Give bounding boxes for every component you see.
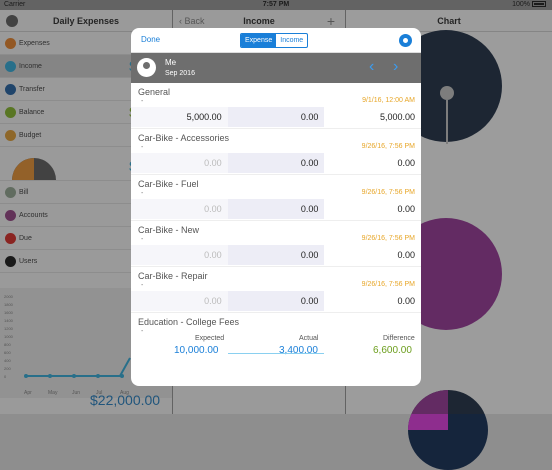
expected-label: Expected: [195, 335, 225, 342]
budget-entry[interactable]: Car-Bike - New -9/26/16, 7:56 PM 0.00 0.00 0…: [131, 221, 421, 267]
entry-name: Car-Bike - Fuel: [138, 179, 199, 189]
expected-field[interactable]: 0.00: [131, 291, 228, 311]
difference-field: 0.00: [324, 291, 421, 311]
entry-note: -: [141, 236, 144, 243]
entry-note: -: [141, 144, 144, 151]
budget-entry[interactable]: Car-Bike - Accessories - 9/26/16, 7:56 PM 0…: [131, 129, 421, 175]
difference-field: 0.00: [324, 245, 421, 265]
entry-date: 9/26/16, 7:56 PM: [361, 281, 415, 288]
entry-name: Car-Bike - Accessories: [138, 133, 230, 143]
entry-name: Car-Bike - Repair: [138, 271, 208, 281]
user-month-bar: Me Sep 2016 ‹ ›: [131, 53, 421, 83]
budget-modal: Done Expense Income Me Sep 2016 ‹ › Gene…: [131, 28, 421, 386]
entry-date: 9/26/16, 7:56 PM: [361, 235, 415, 242]
entry-name: Car-Bike - New: [138, 225, 200, 235]
difference-value: 6,600.00: [373, 345, 412, 356]
difference-field: 0.00: [324, 153, 421, 173]
entry-note: -: [141, 190, 144, 197]
done-button[interactable]: Done: [141, 35, 160, 44]
budget-entry[interactable]: Car-Bike - Repair -9/26/16, 7:56 PM 0.00 0.…: [131, 267, 421, 313]
entry-date: 9/26/16, 7:56 PM: [361, 189, 415, 196]
actual-field[interactable]: 0.00: [227, 245, 325, 265]
expected-value[interactable]: 10,000.00: [174, 345, 219, 356]
avatar: [137, 58, 156, 77]
difference-field: 5,000.00: [324, 107, 421, 127]
expected-field[interactable]: 0.00: [131, 199, 228, 219]
entry-note: -: [141, 282, 144, 289]
entry-values: 5,000.00 0.00 5,000.00: [131, 107, 421, 127]
actual-field[interactable]: 0.00: [227, 291, 325, 311]
actual-value[interactable]: 3,400.00: [279, 345, 318, 356]
budget-entry[interactable]: Car-Bike - Fuel -9/26/16, 7:56 PM 0.00 0.00…: [131, 175, 421, 221]
entry-name: General: [138, 87, 171, 97]
user-name: Me: [165, 58, 177, 67]
type-segmented-control: Expense Income: [240, 33, 309, 48]
expected-field[interactable]: 0.00: [131, 153, 228, 173]
entry-values: 0.00 0.00 0.00: [131, 199, 421, 219]
actual-progress-bar: [228, 353, 324, 354]
difference-label: Difference: [383, 335, 415, 342]
actual-field[interactable]: 0.00: [227, 107, 325, 127]
difference-field: 0.00: [324, 199, 421, 219]
segment-expense[interactable]: Expense: [241, 34, 277, 47]
budget-entry-education: Education - College Fees - Expected Actu…: [131, 313, 421, 368]
actual-label: Actual: [299, 335, 319, 342]
entry-values: 0.00 0.00 0.00: [131, 245, 421, 265]
segment-income[interactable]: Income: [276, 34, 307, 47]
expected-field[interactable]: 5,000.00: [131, 107, 228, 127]
entry-values: 0.00 0.00 0.00: [131, 153, 421, 173]
entry-values: 0.00 0.00 0.00: [131, 291, 421, 311]
entry-note: -: [141, 98, 144, 105]
eye-icon[interactable]: [399, 34, 412, 47]
expected-field[interactable]: 0.00: [131, 245, 228, 265]
entry-date: 9/1/16, 12:00 AM: [362, 97, 415, 104]
next-month-icon[interactable]: ›: [393, 59, 398, 75]
month-label: Sep 2016: [165, 70, 195, 77]
prev-month-icon[interactable]: ‹: [369, 59, 374, 75]
budget-entry-list: General -9/1/16, 12:00 AM 5,000.00 0.00 5,00…: [131, 83, 421, 313]
actual-field[interactable]: 0.00: [227, 153, 325, 173]
budget-entry[interactable]: General - 9/1/16, 12:00 AM 5,000.00 0.00 5,00…: [131, 83, 421, 129]
entry-name: Education - College Fees: [138, 317, 240, 327]
entry-note: -: [141, 328, 144, 335]
actual-field[interactable]: 0.00: [227, 199, 325, 219]
entry-date: 9/26/16, 7:56 PM: [361, 143, 415, 150]
modal-header: Done Expense Income: [131, 28, 421, 53]
